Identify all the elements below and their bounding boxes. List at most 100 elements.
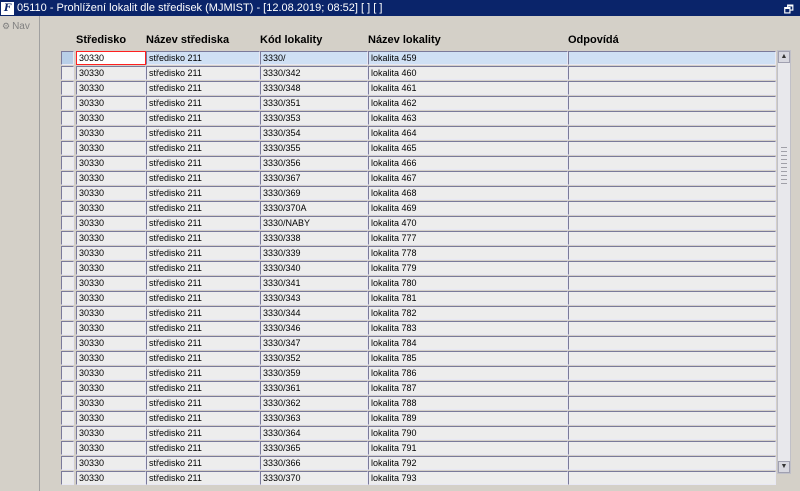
cell-kod-lokality[interactable]: 3330/352: [260, 351, 368, 365]
cell-nazev-strediska[interactable]: středisko 211: [146, 381, 260, 395]
nav-button[interactable]: ⚙ Nav: [2, 21, 30, 32]
cell-stredisko[interactable]: 30330: [76, 126, 146, 140]
cell-nazev-lokality[interactable]: lokalita 460: [368, 66, 568, 80]
cell-stredisko[interactable]: 30330: [76, 246, 146, 260]
row-selector[interactable]: [61, 231, 74, 245]
cell-odpovida[interactable]: [568, 171, 776, 185]
cell-nazev-lokality[interactable]: lokalita 463: [368, 111, 568, 125]
cell-nazev-strediska[interactable]: středisko 211: [146, 471, 260, 485]
cell-odpovida[interactable]: [568, 246, 776, 260]
cell-nazev-strediska[interactable]: středisko 211: [146, 51, 260, 65]
cell-stredisko[interactable]: 30330: [76, 261, 146, 275]
cell-nazev-lokality[interactable]: lokalita 465: [368, 141, 568, 155]
cell-stredisko[interactable]: 30330: [76, 231, 146, 245]
row-selector[interactable]: [61, 201, 74, 215]
cell-stredisko[interactable]: 30330: [76, 171, 146, 185]
cell-stredisko[interactable]: 30330: [76, 441, 146, 455]
table-row[interactable]: 30330 středisko 211 3330/340 lokalita 779: [60, 260, 780, 275]
cell-nazev-lokality[interactable]: lokalita 779: [368, 261, 568, 275]
row-selector[interactable]: [61, 291, 74, 305]
table-row[interactable]: 30330 středisko 211 3330/339 lokalita 778: [60, 245, 780, 260]
row-selector[interactable]: [61, 426, 74, 440]
cell-odpovida[interactable]: [568, 186, 776, 200]
cell-kod-lokality[interactable]: 3330/364: [260, 426, 368, 440]
cell-odpovida[interactable]: [568, 411, 776, 425]
cell-nazev-strediska[interactable]: středisko 211: [146, 336, 260, 350]
table-row[interactable]: 30330 středisko 211 3330/361 lokalita 787: [60, 380, 780, 395]
row-selector[interactable]: [61, 456, 74, 470]
cell-kod-lokality[interactable]: 3330/369: [260, 186, 368, 200]
cell-nazev-strediska[interactable]: středisko 211: [146, 216, 260, 230]
row-selector[interactable]: [61, 51, 74, 65]
table-row[interactable]: 30330 středisko 211 3330/355 lokalita 465: [60, 140, 780, 155]
cell-odpovida[interactable]: [568, 306, 776, 320]
cell-nazev-lokality[interactable]: lokalita 783: [368, 321, 568, 335]
cell-nazev-strediska[interactable]: středisko 211: [146, 396, 260, 410]
table-row[interactable]: 30330 středisko 211 3330/346 lokalita 783: [60, 320, 780, 335]
cell-kod-lokality[interactable]: 3330/370: [260, 471, 368, 485]
cell-kod-lokality[interactable]: 3330/340: [260, 261, 368, 275]
cell-stredisko[interactable]: 30330: [76, 201, 146, 215]
cell-nazev-strediska[interactable]: středisko 211: [146, 171, 260, 185]
scroll-down-icon[interactable]: ▼: [778, 461, 790, 473]
cell-kod-lokality[interactable]: 3330/359: [260, 366, 368, 380]
cell-nazev-lokality[interactable]: lokalita 778: [368, 246, 568, 260]
cell-kod-lokality[interactable]: 3330/338: [260, 231, 368, 245]
row-selector[interactable]: [61, 381, 74, 395]
cell-nazev-strediska[interactable]: středisko 211: [146, 246, 260, 260]
row-selector[interactable]: [61, 156, 74, 170]
vertical-scrollbar[interactable]: ▲ ▼: [777, 50, 791, 474]
scroll-thumb-grip[interactable]: [781, 147, 787, 187]
cell-kod-lokality[interactable]: 3330/354: [260, 126, 368, 140]
cell-nazev-strediska[interactable]: středisko 211: [146, 351, 260, 365]
cell-nazev-strediska[interactable]: středisko 211: [146, 141, 260, 155]
row-selector[interactable]: [61, 261, 74, 275]
cell-nazev-lokality[interactable]: lokalita 789: [368, 411, 568, 425]
row-selector[interactable]: [61, 351, 74, 365]
cell-stredisko[interactable]: 30330: [76, 156, 146, 170]
table-row[interactable]: 30330 středisko 211 3330/356 lokalita 466: [60, 155, 780, 170]
cell-kod-lokality[interactable]: 3330/339: [260, 246, 368, 260]
cell-stredisko[interactable]: 30330: [76, 321, 146, 335]
row-selector[interactable]: [61, 66, 74, 80]
cell-odpovida[interactable]: [568, 366, 776, 380]
cell-stredisko[interactable]: 30330: [76, 426, 146, 440]
cell-odpovida[interactable]: [568, 126, 776, 140]
table-row[interactable]: 30330 středisko 211 3330/338 lokalita 777: [60, 230, 780, 245]
cell-odpovida[interactable]: [568, 426, 776, 440]
cell-stredisko[interactable]: 30330: [76, 381, 146, 395]
scroll-up-icon[interactable]: ▲: [778, 51, 790, 63]
cell-kod-lokality[interactable]: 3330/342: [260, 66, 368, 80]
cell-kod-lokality[interactable]: 3330/353: [260, 111, 368, 125]
row-selector[interactable]: [61, 411, 74, 425]
table-row[interactable]: 30330 středisko 211 3330/343 lokalita 781: [60, 290, 780, 305]
cell-nazev-lokality[interactable]: lokalita 459: [368, 51, 568, 65]
cell-stredisko[interactable]: 30330: [76, 66, 146, 80]
row-selector[interactable]: [61, 141, 74, 155]
cell-nazev-strediska[interactable]: středisko 211: [146, 66, 260, 80]
cell-odpovida[interactable]: [568, 66, 776, 80]
cell-nazev-lokality[interactable]: lokalita 787: [368, 381, 568, 395]
cell-nazev-lokality[interactable]: lokalita 466: [368, 156, 568, 170]
cell-stredisko[interactable]: 30330: [76, 291, 146, 305]
table-row[interactable]: 30330 středisko 211 3330/362 lokalita 788: [60, 395, 780, 410]
cell-nazev-lokality[interactable]: lokalita 467: [368, 171, 568, 185]
table-row[interactable]: 30330 středisko 211 3330/363 lokalita 789: [60, 410, 780, 425]
row-selector[interactable]: [61, 111, 74, 125]
cell-nazev-strediska[interactable]: středisko 211: [146, 291, 260, 305]
table-row[interactable]: 30330 středisko 211 3330/347 lokalita 784: [60, 335, 780, 350]
row-selector[interactable]: [61, 306, 74, 320]
cell-odpovida[interactable]: [568, 291, 776, 305]
cell-nazev-lokality[interactable]: lokalita 469: [368, 201, 568, 215]
cell-stredisko[interactable]: 30330: [76, 141, 146, 155]
cell-stredisko[interactable]: 30330: [76, 336, 146, 350]
cell-nazev-strediska[interactable]: středisko 211: [146, 96, 260, 110]
cell-nazev-strediska[interactable]: středisko 211: [146, 456, 260, 470]
cell-kod-lokality[interactable]: 3330/355: [260, 141, 368, 155]
table-row[interactable]: 30330 středisko 211 3330/370A lokalita 469: [60, 200, 780, 215]
row-selector[interactable]: [61, 396, 74, 410]
cell-odpovida[interactable]: [568, 396, 776, 410]
cell-stredisko[interactable]: 30330: [76, 366, 146, 380]
cell-kod-lokality[interactable]: 3330/344: [260, 306, 368, 320]
cell-odpovida[interactable]: [568, 81, 776, 95]
